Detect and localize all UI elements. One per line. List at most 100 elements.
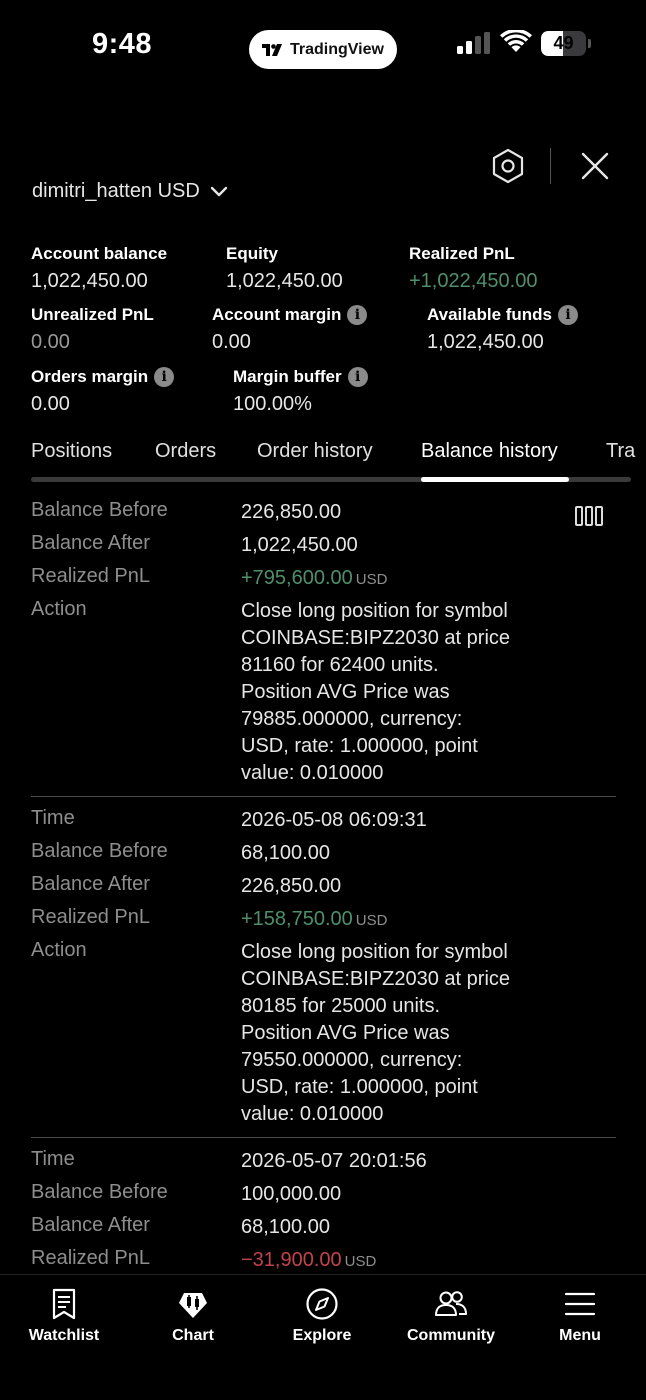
stat-label: Equity — [226, 244, 278, 263]
stat-value: 1,022,450.00 — [427, 331, 544, 353]
action-line: value: 0.010000 — [241, 762, 384, 784]
nav-explore[interactable]: Explore — [267, 1287, 377, 1345]
status-time: 9:48 — [92, 28, 153, 60]
stat-realized-pnl: Realized PnL +1,022,450.00 — [409, 244, 537, 293]
app-indicator-pill[interactable]: TradingView — [249, 30, 397, 69]
action-text: Close long position for symbol COINBASE:… — [241, 598, 541, 787]
stat-value: 0.00 — [212, 331, 251, 353]
stat-label: Margin buffer — [233, 367, 342, 386]
stat-orders-margin: Orders margin i 0.00 — [31, 367, 175, 416]
nav-menu[interactable]: Menu — [525, 1287, 635, 1345]
tab-positions[interactable]: Positions — [31, 440, 112, 463]
field-value: 226,850.00 — [241, 875, 342, 897]
stat-unrealized-pnl: Unrealized PnL 0.00 — [31, 305, 154, 354]
action-text: Close long position for symbol COINBASE:… — [241, 939, 541, 1128]
currency-label: USD — [355, 571, 388, 588]
field-label: Realized PnL — [31, 1247, 150, 1269]
field-value: 2026-05-07 20:01:56 — [241, 1150, 427, 1172]
settings-hexagon-icon[interactable] — [489, 147, 527, 185]
stat-value: 100.00% — [233, 393, 312, 415]
stat-label: Account balance — [31, 244, 168, 263]
action-line: 81160 for 62400 units. — [241, 654, 439, 676]
action-line: USD, rate: 1.000000, point — [241, 735, 478, 757]
chevron-down-icon — [210, 186, 228, 196]
field-label: Balance After — [31, 532, 150, 554]
nav-label: Watchlist — [28, 1327, 100, 1344]
field-label: Time — [31, 807, 75, 829]
info-icon[interactable]: i — [154, 367, 175, 387]
field-value: 68,100.00 — [241, 842, 330, 864]
balance-history-list[interactable]: Balance Before 226,850.00 Balance After … — [0, 496, 646, 1274]
info-icon[interactable]: i — [347, 305, 368, 325]
stat-account-balance: Account balance 1,022,450.00 — [31, 244, 167, 293]
field-label: Realized PnL — [31, 906, 150, 928]
nav-watchlist[interactable]: Watchlist — [9, 1287, 119, 1345]
stat-value: +1,022,450.00 — [409, 270, 538, 292]
field-value: 226,850.00 — [241, 501, 342, 523]
action-line: Close long position for symbol — [241, 600, 508, 622]
nav-label: Community — [407, 1327, 495, 1344]
action-line: USD, rate: 1.000000, point — [241, 1076, 478, 1098]
action-line: COINBASE:BIPZ2030 at price — [241, 627, 511, 649]
pnl-value: −31,900.00 — [241, 1249, 342, 1271]
bottom-navigation: Watchlist Chart Explore Community Menu — [0, 1274, 646, 1400]
action-line: 79550.000000, currency: — [241, 1049, 463, 1071]
stat-value: 1,022,450.00 — [31, 270, 148, 292]
tab-order-history[interactable]: Order history — [257, 440, 373, 463]
field-label: Balance Before — [31, 840, 168, 862]
compass-icon — [306, 1288, 338, 1320]
pnl-value: +795,600.00 — [241, 567, 353, 589]
community-icon — [435, 1291, 467, 1316]
field-label: Balance Before — [31, 1181, 168, 1203]
chart-candles-icon — [179, 1293, 207, 1318]
wifi-icon — [500, 30, 532, 52]
record-separator — [31, 1137, 616, 1138]
field-label: Balance Before — [31, 499, 168, 521]
app-name: TradingView — [290, 40, 384, 58]
field-value: 2026-05-08 06:09:31 — [241, 809, 427, 831]
action-line: 80185 for 25000 units. — [241, 995, 441, 1017]
account-name: dimitri_hatten USD — [32, 180, 200, 202]
battery-percent: 49 — [553, 33, 574, 53]
field-value: 68,100.00 — [241, 1216, 330, 1238]
tab-trades[interactable]: Tra — [606, 440, 635, 463]
tab-orders[interactable]: Orders — [155, 440, 216, 463]
action-line: value: 0.010000 — [241, 1103, 384, 1125]
nav-label: Explore — [292, 1327, 352, 1344]
action-line: Close long position for symbol — [241, 941, 508, 963]
field-label: Action — [31, 939, 87, 961]
stat-margin-buffer: Margin buffer i 100.00% — [233, 367, 368, 416]
watchlist-icon — [52, 1288, 76, 1320]
field-label: Balance After — [31, 1214, 150, 1236]
account-selector[interactable]: dimitri_hatten USD — [32, 180, 228, 203]
tab-active-indicator — [421, 477, 569, 482]
currency-label: USD — [344, 1253, 377, 1270]
status-bar: 9:48 TradingView 49 — [0, 0, 646, 100]
battery-indicator: 49 — [541, 31, 591, 56]
stat-label: Unrealized PnL — [31, 305, 154, 324]
tradingview-logo-icon — [262, 43, 283, 56]
field-label: Balance After — [31, 873, 150, 895]
stat-value: 1,022,450.00 — [226, 270, 343, 292]
stat-label: Account margin — [212, 305, 342, 324]
field-label: Time — [31, 1148, 75, 1170]
close-icon[interactable] — [578, 149, 612, 183]
pnl-value: +158,750.00 — [241, 908, 353, 930]
info-icon[interactable]: i — [347, 367, 368, 387]
nav-chart[interactable]: Chart — [138, 1287, 248, 1345]
info-icon[interactable]: i — [558, 305, 579, 325]
field-value: 1,022,450.00 — [241, 534, 358, 556]
record-separator — [31, 796, 616, 797]
nav-label: Chart — [172, 1327, 214, 1344]
tab-balance-history[interactable]: Balance history — [421, 440, 558, 463]
stat-equity: Equity 1,022,450.00 — [226, 244, 343, 293]
menu-icon — [564, 1292, 596, 1316]
stat-available-funds: Available funds i 1,022,450.00 — [427, 305, 579, 354]
stat-value: 0.00 — [31, 331, 70, 353]
stat-label: Available funds — [427, 305, 553, 324]
action-line: Position AVG Price was — [241, 681, 450, 703]
stat-value: 0.00 — [31, 393, 70, 415]
field-value: 100,000.00 — [241, 1183, 342, 1205]
nav-community[interactable]: Community — [396, 1287, 506, 1345]
nav-label: Menu — [559, 1327, 601, 1344]
